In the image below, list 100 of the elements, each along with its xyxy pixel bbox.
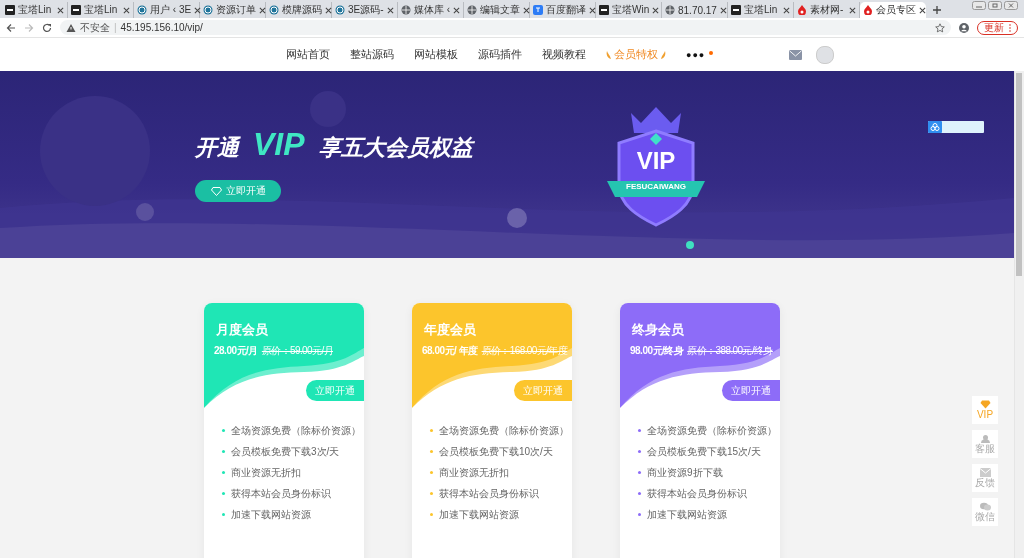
bullet-dot <box>638 492 641 495</box>
profile-icon[interactable] <box>959 22 969 33</box>
plan-price: 98.00元/终身 <box>630 344 684 358</box>
update-button[interactable]: 更新 <box>977 20 1018 35</box>
feature-text: 会员模板免费下载10次/天 <box>439 444 553 459</box>
bullet-dot <box>222 513 225 516</box>
bullet-dot <box>222 429 225 432</box>
close-icon[interactable] <box>719 6 727 14</box>
bullet-dot <box>430 513 433 516</box>
bullet-dot <box>638 429 641 432</box>
banner-title: 享五大会员权益 <box>318 134 473 162</box>
banner-title: 开通 <box>195 134 239 162</box>
nav-link[interactable]: 整站源码 <box>350 47 394 62</box>
browser-tab[interactable]: 会员专区 <box>860 2 926 18</box>
nav-link[interactable]: 网站模板 <box>414 47 458 62</box>
feature-text: 获得本站会员身份标识 <box>439 486 539 501</box>
close-icon[interactable] <box>652 6 660 14</box>
warning-icon <box>66 22 76 33</box>
feature-text: 加速下载网站资源 <box>439 507 519 522</box>
bullet-dot <box>222 471 225 474</box>
close-icon[interactable] <box>849 6 856 14</box>
close-icon[interactable] <box>325 6 332 14</box>
address-bar[interactable]: 不安全 | 45.195.156.10/vip/ <box>60 20 951 35</box>
close-icon[interactable] <box>589 6 596 14</box>
close-icon[interactable] <box>259 6 266 14</box>
plan-name: 终身会员 <box>632 321 684 339</box>
star-icon[interactable] <box>935 22 945 33</box>
feature-text: 全场资源免费（除标价资源） <box>231 423 361 438</box>
wordpress-icon <box>269 5 279 15</box>
bullet-dot <box>638 450 641 453</box>
bullet-dot <box>430 471 433 474</box>
wordpress-icon <box>335 5 345 15</box>
back-icon[interactable] <box>6 22 16 33</box>
plan-price: 28.00元/月 <box>214 344 258 358</box>
bullet-dot <box>430 450 433 453</box>
nav-link[interactable]: 网站首页 <box>286 47 330 62</box>
feature-text: 获得本站会员身份标识 <box>231 486 331 501</box>
close-icon[interactable] <box>123 6 130 14</box>
terminal-icon <box>731 5 741 15</box>
more-menu[interactable]: ●●● <box>686 49 706 60</box>
bullet-dot <box>430 429 433 432</box>
diamond-icon <box>210 186 222 196</box>
feature-text: 加速下载网站资源 <box>647 507 727 522</box>
bullet-dot <box>638 471 641 474</box>
close-icon[interactable] <box>783 6 790 14</box>
feature-text: 全场资源免费（除标价资源） <box>439 423 569 438</box>
nav-link[interactable]: 视频教程 <box>542 47 586 62</box>
feature-text: 商业资源9折下载 <box>647 465 723 480</box>
reload-icon[interactable] <box>42 22 52 33</box>
feature-text: 商业资源无折扣 <box>439 465 509 480</box>
close-icon[interactable] <box>453 6 461 14</box>
cloud-widget-icon[interactable] <box>928 121 984 133</box>
url-text: 45.195.156.10/vip/ <box>120 22 203 33</box>
globe-icon <box>401 5 411 15</box>
terminal-icon <box>5 5 15 15</box>
flame-icon <box>797 5 807 15</box>
feature-text: 商业资源无折扣 <box>231 465 301 480</box>
close-icon[interactable] <box>919 6 926 14</box>
bullet-dot <box>222 450 225 453</box>
plan-price: 68.00元/ 年度 <box>422 344 478 358</box>
feature-text: 获得本站会员身份标识 <box>647 486 747 501</box>
terminal-icon <box>599 5 609 15</box>
wordpress-icon <box>137 5 147 15</box>
feature-text: 会员模板免费下载15次/天 <box>647 444 761 459</box>
bullet-dot <box>430 492 433 495</box>
scrollbar-thumb[interactable] <box>1016 73 1022 276</box>
close-icon[interactable] <box>194 6 202 14</box>
plan-name: 月度会员 <box>216 321 268 339</box>
feature-text: 加速下载网站资源 <box>231 507 311 522</box>
original-price: 原价：59.00元/月 <box>261 344 333 358</box>
original-price: 原价：168.00元/年度 <box>481 344 568 358</box>
feature-text: 全场资源免费（除标价资源） <box>647 423 777 438</box>
original-price: 原价：388.00元/终身 <box>687 344 773 358</box>
translate-icon <box>533 5 543 15</box>
wing-icon <box>606 50 612 59</box>
notification-dot <box>709 50 714 55</box>
join-button[interactable]: 立即开通 <box>722 380 780 401</box>
close-icon[interactable] <box>57 6 64 14</box>
mail-icon[interactable] <box>789 49 802 60</box>
globe-icon <box>665 5 675 15</box>
scrollbar[interactable] <box>1014 71 1024 558</box>
bullet-dot <box>638 513 641 516</box>
terminal-icon <box>71 5 81 15</box>
feature-text: 会员模板免费下载3次/天 <box>231 444 340 459</box>
mail-icon <box>979 468 991 477</box>
nav-link[interactable]: 源码插件 <box>478 47 522 62</box>
circle-shape <box>686 241 694 249</box>
plus-icon[interactable] <box>932 5 942 15</box>
wing-icon <box>660 50 666 59</box>
restore-icon[interactable] <box>988 1 1002 10</box>
bullet-dot <box>222 492 225 495</box>
close-icon[interactable] <box>523 6 530 14</box>
close-icon[interactable] <box>387 6 394 14</box>
security-label: 不安全 <box>80 20 110 35</box>
separator-text: | <box>114 22 117 33</box>
diamond-icon <box>979 400 991 409</box>
flame-icon <box>863 5 873 15</box>
globe-icon <box>467 5 477 15</box>
banner-title: VIP <box>253 126 305 163</box>
plan-name: 年度会员 <box>424 321 476 339</box>
